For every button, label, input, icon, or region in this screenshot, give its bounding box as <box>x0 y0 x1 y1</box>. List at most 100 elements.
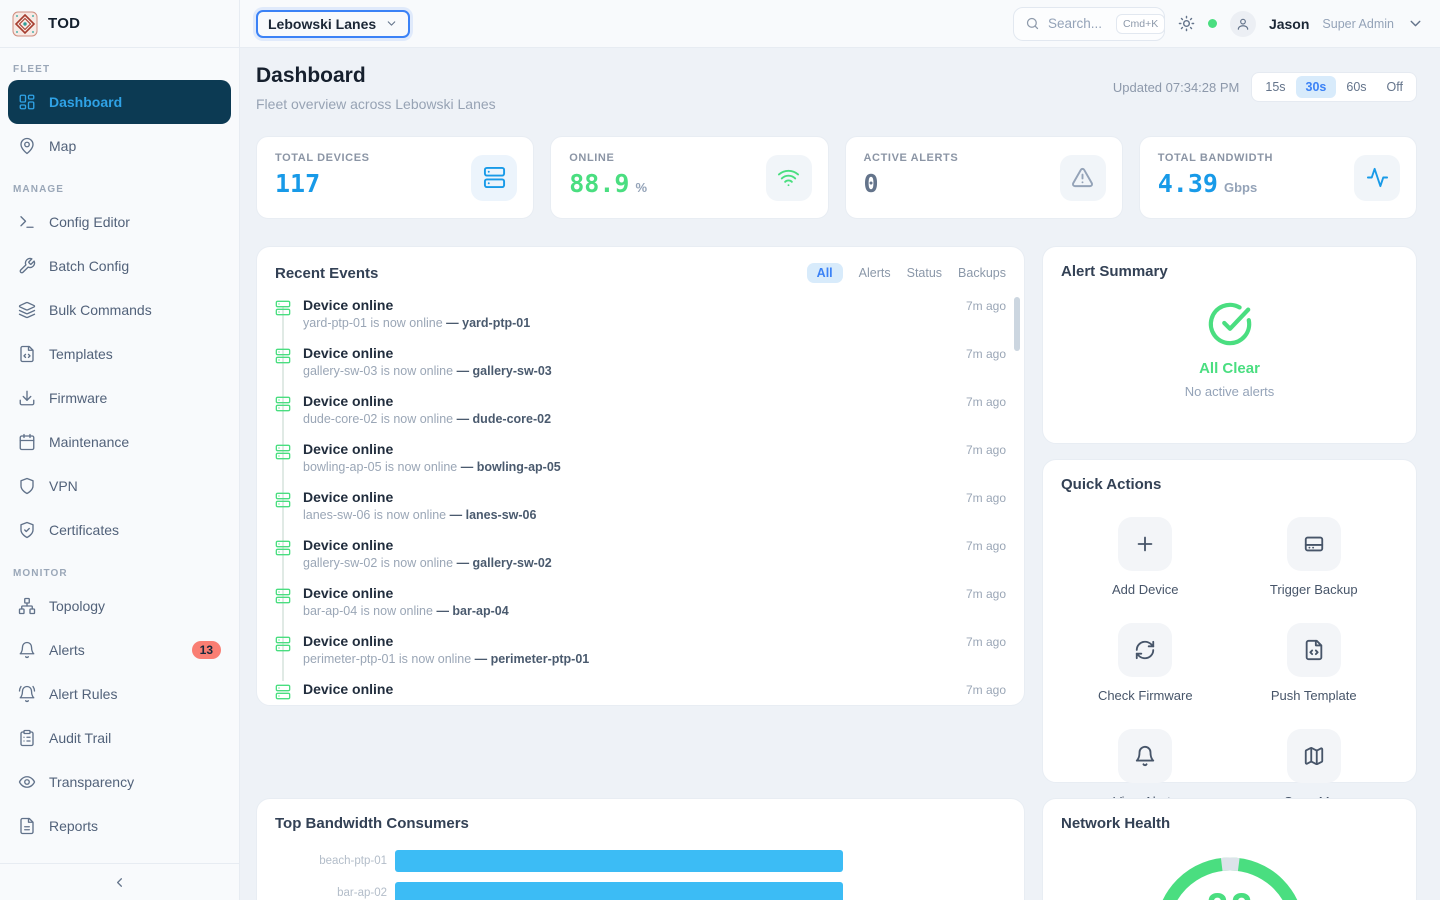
file-code-icon <box>18 345 36 363</box>
event-device: — gallery-sw-02 <box>457 556 552 570</box>
refresh-option-60s[interactable]: 60s <box>1336 76 1376 98</box>
sidebar-item-batch-config[interactable]: Batch Config <box>8 244 231 288</box>
action-trigger-backup[interactable]: Trigger Backup <box>1230 504 1399 610</box>
sidebar-item-config-editor[interactable]: Config Editor <box>8 200 231 244</box>
sidebar-item-map[interactable]: Map <box>8 124 231 168</box>
alert-summary-card: Alert Summary All Clear No active alerts <box>1042 246 1417 444</box>
topbar-right: Cmd+K Jason Super Admin <box>1013 7 1424 41</box>
action-push-template[interactable]: Push Template <box>1230 610 1399 716</box>
event-title: Device online <box>303 633 393 649</box>
sidebar-item-transparency[interactable]: Transparency <box>8 760 231 804</box>
event-row[interactable]: Device online7m ago gallery-sw-03 is now… <box>275 343 1006 391</box>
sidebar-item-label: Audit Trail <box>49 730 111 746</box>
action-add-device[interactable]: Add Device <box>1061 504 1230 610</box>
sidebar-item-reports[interactable]: Reports <box>8 804 231 848</box>
eye-icon <box>18 773 36 791</box>
sidebar-item-audit-trail[interactable]: Audit Trail <box>8 716 231 760</box>
search-input[interactable] <box>1048 16 1108 31</box>
avatar[interactable] <box>1230 11 1256 37</box>
event-filters: All Alerts Status Backups <box>807 263 1006 283</box>
stat-cards-row: TOTAL DEVICES 117 ONLINE 88.9 % ACTIVE A… <box>256 136 1417 219</box>
bar[interactable] <box>395 850 843 872</box>
search-box[interactable]: Cmd+K <box>1013 7 1165 41</box>
user-menu-button[interactable] <box>1407 15 1424 32</box>
recent-events-title: Recent Events <box>275 265 378 282</box>
sidebar-item-bulk-commands[interactable]: Bulk Commands <box>8 288 231 332</box>
refresh-option-15s[interactable]: 15s <box>1255 76 1295 98</box>
stat-value: 0 <box>864 171 879 196</box>
action-label: Check Firmware <box>1098 688 1193 703</box>
bandwidth-bars: beach-ptp-01 bar-ap-02 <box>275 850 1006 900</box>
recent-events-card: Recent Events All Alerts Status Backups … <box>256 246 1025 706</box>
server-icon <box>471 155 517 201</box>
refresh-option-30s[interactable]: 30s <box>1296 76 1337 98</box>
event-title: Device online <box>303 393 393 409</box>
event-device: — bar-ap-04 <box>436 604 508 618</box>
sidebar-item-label: Maintenance <box>49 434 129 450</box>
event-row[interactable]: Device online7m ago bowling-ap-05 is now… <box>275 439 1006 487</box>
filter-status[interactable]: Status <box>907 266 942 280</box>
brand-name: TOD <box>48 15 80 32</box>
last-updated-text: Updated 07:34:28 PM <box>1113 80 1239 95</box>
sidebar-item-label: Config Editor <box>49 214 130 230</box>
site-selector-value: Lebowski Lanes <box>268 16 376 32</box>
sidebar-section-fleet: FLEET <box>13 64 231 75</box>
sidebar-item-label: Batch Config <box>49 258 129 274</box>
bar-label: bar-ap-02 <box>275 887 387 899</box>
event-device: — lanes-sw-06 <box>450 508 537 522</box>
check-circle-icon <box>1207 301 1253 347</box>
events-scrollbar-thumb[interactable] <box>1014 297 1020 351</box>
event-time: 7m ago <box>966 539 1006 553</box>
event-row[interactable]: Device online7m ago gallery-sw-02 is now… <box>275 535 1006 583</box>
bell-icon <box>18 641 36 659</box>
bandwidth-chart-title: Top Bandwidth Consumers <box>275 815 469 832</box>
terminal-icon <box>18 213 36 231</box>
site-selector[interactable]: Lebowski Lanes <box>256 10 410 38</box>
theme-toggle-button[interactable] <box>1178 15 1195 32</box>
filter-alerts[interactable]: Alerts <box>859 266 891 280</box>
event-row[interactable]: Device online7m ago dude-core-02 is now … <box>275 391 1006 439</box>
download-icon <box>18 389 36 407</box>
action-check-firmware[interactable]: Check Firmware <box>1061 610 1230 716</box>
sidebar-collapse-button[interactable] <box>0 863 239 900</box>
filter-backups[interactable]: Backups <box>958 266 1006 280</box>
filter-all[interactable]: All <box>807 263 843 283</box>
server-icon <box>275 396 291 412</box>
sidebar-item-maintenance[interactable]: Maintenance <box>8 420 231 464</box>
sidebar-item-templates[interactable]: Templates <box>8 332 231 376</box>
stat-value: 4.39 <box>1158 171 1218 196</box>
sidebar-item-label: Transparency <box>49 774 134 790</box>
sidebar-item-vpn[interactable]: VPN <box>8 464 231 508</box>
sidebar-item-alerts[interactable]: Alerts 13 <box>8 628 231 672</box>
chevron-down-icon <box>1407 15 1424 32</box>
wifi-icon <box>766 155 812 201</box>
event-row[interactable]: Device online7m ago bar-ap-04 is now onl… <box>275 583 1006 631</box>
event-title: Device online <box>303 585 393 601</box>
sidebar-section-monitor: MONITOR <box>13 568 231 579</box>
layers-icon <box>18 301 36 319</box>
refresh-interval-control: 15s 30s 60s Off <box>1251 72 1417 102</box>
quick-actions-card: Quick Actions Add Device Trigger Backup <box>1042 459 1417 783</box>
event-title: Device online <box>303 681 393 697</box>
event-device: — yard-ptp-01 <box>446 316 530 330</box>
server-icon <box>275 588 291 604</box>
sidebar-item-label: Firmware <box>49 390 107 406</box>
bar[interactable] <box>395 882 843 900</box>
sidebar-item-topology[interactable]: Topology <box>8 584 231 628</box>
event-row[interactable]: Device online7m ago lanes-sw-06 is now o… <box>275 487 1006 535</box>
event-title: Device online <box>303 537 393 553</box>
sidebar-item-label: Reports <box>49 818 98 834</box>
refresh-option-off[interactable]: Off <box>1377 76 1413 98</box>
server-icon <box>275 684 291 700</box>
stat-card-online: ONLINE 88.9 % <box>550 136 828 219</box>
event-row[interactable]: Device online7m ago <box>275 679 1006 706</box>
sidebar-item-certificates[interactable]: Certificates <box>8 508 231 552</box>
event-row[interactable]: Device online7m ago yard-ptp-01 is now o… <box>275 295 1006 343</box>
server-icon <box>275 540 291 556</box>
sidebar-item-firmware[interactable]: Firmware <box>8 376 231 420</box>
sidebar-item-alert-rules[interactable]: Alert Rules <box>8 672 231 716</box>
event-row[interactable]: Device online7m ago perimeter-ptp-01 is … <box>275 631 1006 679</box>
sidebar-item-dashboard[interactable]: Dashboard <box>8 80 231 124</box>
event-device: — perimeter-ptp-01 <box>475 652 590 666</box>
event-time: 7m ago <box>966 635 1006 649</box>
